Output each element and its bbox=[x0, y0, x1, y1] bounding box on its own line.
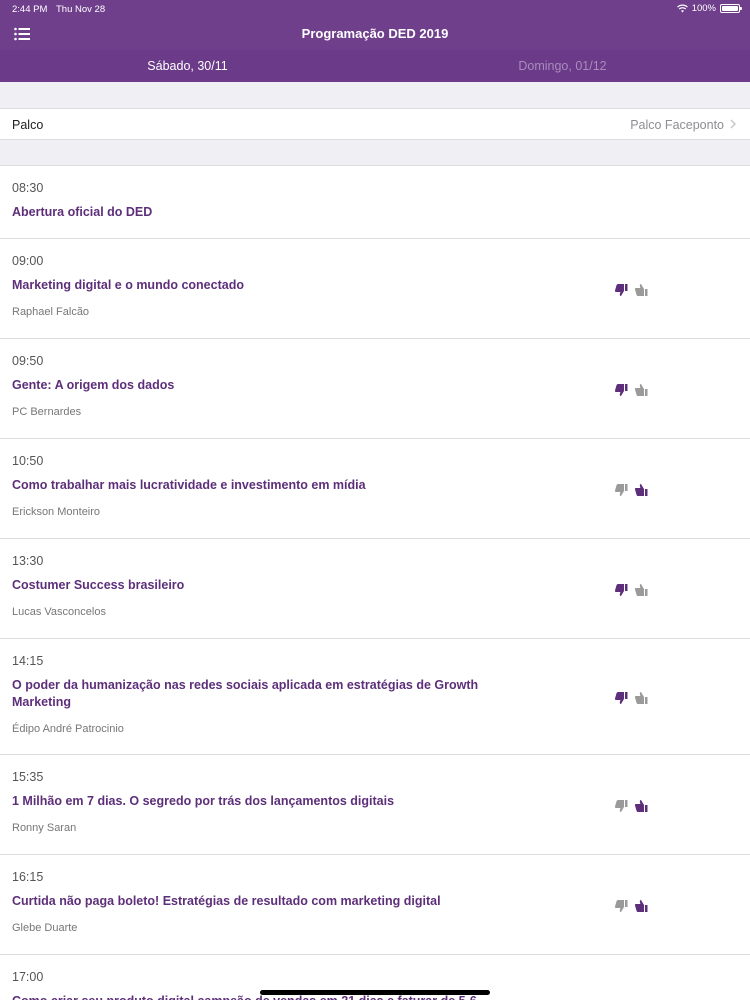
session-time: 10:50 bbox=[12, 454, 44, 468]
session-row[interactable]: 13:30 Costumer Success brasileiro Lucas Va… bbox=[0, 539, 750, 639]
home-indicator bbox=[260, 990, 490, 995]
session-speaker: Édipo André Patrocinio bbox=[12, 723, 124, 735]
session-title: Como trabalhar mais lucratividade e inve… bbox=[12, 478, 366, 492]
session-speaker: Raphael Falcão bbox=[12, 306, 90, 318]
vote-buttons bbox=[614, 383, 648, 397]
vote-buttons bbox=[614, 899, 648, 913]
session-row[interactable]: 10:50 Como trabalhar mais lucratividade e… bbox=[0, 439, 750, 539]
session-time: 16:15 bbox=[12, 870, 44, 884]
session-speaker: Ronny Saran bbox=[12, 822, 77, 834]
session-title: Costumer Success brasileiro bbox=[12, 578, 185, 592]
session-speaker: PC Bernardes bbox=[12, 406, 82, 418]
session-row[interactable]: 08:30 Abertura oficial do DED bbox=[0, 166, 750, 239]
session-time: 15:35 bbox=[12, 770, 44, 784]
session-time: 08:30 bbox=[12, 181, 44, 195]
vote-buttons bbox=[614, 283, 648, 297]
session-time: 09:50 bbox=[12, 354, 44, 368]
thumbs-down-icon[interactable] bbox=[614, 691, 628, 705]
navigation-bar: 2:44 PM Thu Nov 28 100% Programação DED … bbox=[0, 0, 750, 50]
tab-sunday[interactable]: Domingo, 01/12 bbox=[375, 50, 750, 82]
vote-buttons bbox=[614, 483, 648, 497]
thumbs-down-icon[interactable] bbox=[614, 383, 628, 397]
tab-saturday[interactable]: Sábado, 30/11 bbox=[0, 50, 375, 82]
day-tabs: Sábado, 30/11 Domingo, 01/12 bbox=[0, 50, 750, 82]
stage-value: Palco Faceponto bbox=[630, 118, 724, 132]
thumbs-up-icon[interactable] bbox=[634, 899, 648, 913]
session-title: 1 Milhão em 7 dias. O segredo por trás d… bbox=[12, 794, 395, 808]
session-row[interactable]: 16:15 Curtida não paga boleto! Estratégia… bbox=[0, 855, 750, 955]
session-title: O poder da humanização nas redes sociais… bbox=[12, 678, 479, 709]
status-time: 2:44 PM bbox=[12, 4, 48, 15]
session-time: 17:00 bbox=[12, 970, 44, 984]
session-title: Gente: A origem dos dados bbox=[12, 378, 175, 392]
session-speaker: Lucas Vasconcelos bbox=[12, 606, 106, 618]
page-title: Programação DED 2019 bbox=[301, 26, 449, 41]
status-right: 100% bbox=[676, 3, 742, 14]
session-row[interactable]: 09:50 Gente: A origem dos dados PC Bernard… bbox=[0, 339, 750, 439]
battery-icon bbox=[720, 4, 742, 13]
thumbs-down-icon[interactable] bbox=[614, 799, 628, 813]
thumbs-up-icon[interactable] bbox=[634, 483, 648, 497]
session-time: 13:30 bbox=[12, 554, 44, 568]
thumbs-down-icon[interactable] bbox=[614, 483, 628, 497]
stage-label: Palco bbox=[12, 118, 44, 132]
thumbs-down-icon[interactable] bbox=[614, 583, 628, 597]
wifi-icon bbox=[676, 4, 688, 13]
session-speaker: Glebe Duarte bbox=[12, 922, 78, 934]
status-bar: 2:44 PM Thu Nov 28 100% bbox=[0, 0, 750, 18]
session-row[interactable]: 09:00 Marketing digital e o mundo conecta… bbox=[0, 239, 750, 339]
session-speaker: Erickson Monteiro bbox=[12, 506, 101, 518]
battery-percent: 100% bbox=[691, 3, 716, 14]
thumbs-down-icon[interactable] bbox=[614, 283, 628, 297]
session-row[interactable]: 15:35 1 Milhão em 7 dias. O segredo por t… bbox=[0, 755, 750, 855]
vote-buttons bbox=[614, 799, 648, 813]
session-time: 14:15 bbox=[12, 654, 44, 668]
thumbs-up-icon[interactable] bbox=[634, 283, 648, 297]
status-date: Thu Nov 28 bbox=[56, 4, 106, 15]
schedule-list: 08:30 Abertura oficial do DED 09:00 Marketi… bbox=[0, 165, 750, 1000]
session-title: Abertura oficial do DED bbox=[12, 205, 153, 219]
vote-buttons bbox=[614, 583, 648, 597]
thumbs-up-icon[interactable] bbox=[634, 691, 648, 705]
thumbs-down-icon[interactable] bbox=[614, 899, 628, 913]
session-row[interactable]: 14:15 O poder da humanização nas redes so… bbox=[0, 639, 750, 755]
stage-selector[interactable]: Palco Palco Faceponto bbox=[0, 108, 750, 140]
session-time: 09:00 bbox=[12, 254, 44, 268]
menu-icon[interactable] bbox=[14, 27, 30, 41]
chevron-right-icon bbox=[730, 119, 737, 129]
vote-buttons bbox=[614, 691, 648, 705]
thumbs-up-icon[interactable] bbox=[634, 383, 648, 397]
session-title: Curtida não paga boleto! Estratégias de … bbox=[12, 894, 441, 908]
thumbs-up-icon[interactable] bbox=[634, 583, 648, 597]
thumbs-up-icon[interactable] bbox=[634, 799, 648, 813]
session-title: Marketing digital e o mundo conectado bbox=[12, 278, 244, 292]
